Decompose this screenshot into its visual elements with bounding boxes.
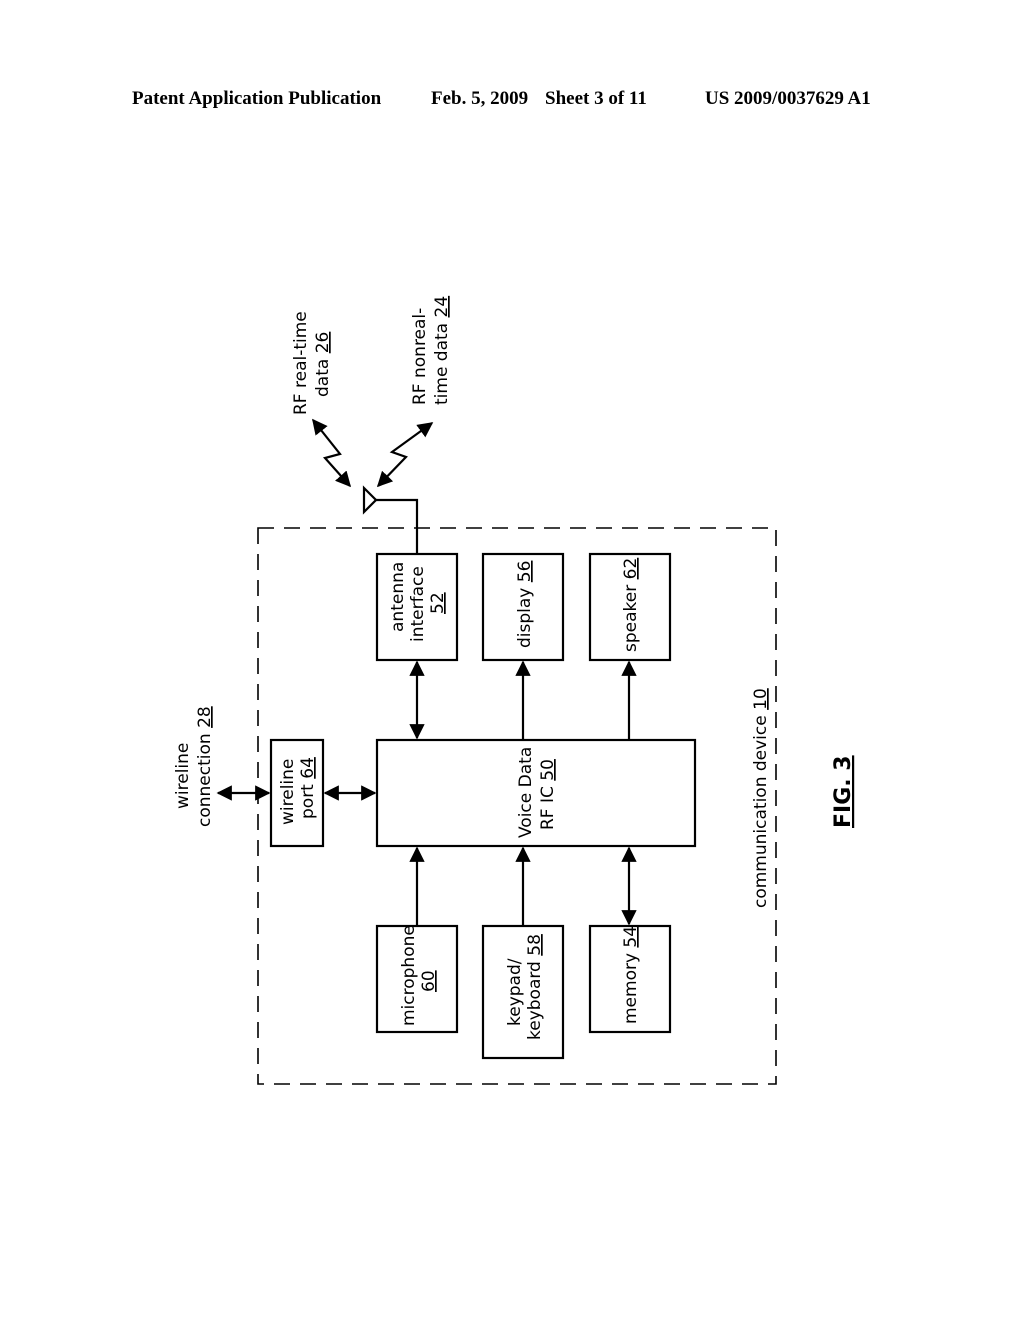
- svg-text:wireline: wireline: [278, 759, 298, 825]
- svg-text:wireline: wireline: [173, 743, 193, 809]
- microphone-block: microphone 60: [375, 924, 459, 1034]
- svg-text:time data 24: time data 24: [432, 296, 452, 405]
- display-block: display 56: [481, 552, 565, 662]
- memory-block: memory 54: [588, 924, 672, 1034]
- svg-text:port 64: port 64: [298, 757, 318, 819]
- communication-device-label: communication device 10: [751, 688, 771, 908]
- svg-text:memory 54: memory 54: [621, 926, 641, 1024]
- keypad-keyboard-block: keypad/ keyboard 58: [481, 924, 565, 1060]
- rf-nonrealtime-link: [376, 422, 434, 488]
- svg-text:keypad/: keypad/: [505, 958, 525, 1026]
- svg-text:RF IC 50: RF IC 50: [538, 759, 558, 830]
- figure-label: FIG. 3: [831, 755, 856, 828]
- block-diagram: RF real-time data 26 RF nonreal- time da…: [173, 296, 856, 1085]
- svg-text:display 56: display 56: [515, 561, 535, 648]
- svg-text:52: 52: [428, 592, 448, 614]
- svg-text:60: 60: [419, 970, 439, 992]
- svg-text:speaker 62: speaker 62: [621, 558, 641, 652]
- svg-text:RF nonreal-: RF nonreal-: [410, 308, 430, 405]
- svg-text:interface: interface: [408, 566, 428, 642]
- svg-text:connection 28: connection 28: [195, 706, 215, 827]
- svg-text:FIG. 3: FIG. 3: [831, 755, 856, 828]
- wireline-port-block: wireline port 64: [269, 738, 325, 848]
- svg-text:Voice Data: Voice Data: [516, 747, 536, 838]
- rf-nonrealtime-label: RF nonreal- time data 24: [410, 296, 452, 405]
- voice-data-rf-ic-block: Voice Data RF IC 50: [375, 738, 697, 848]
- svg-text:keyboard 58: keyboard 58: [525, 934, 545, 1040]
- rf-realtime-link: [312, 418, 352, 488]
- svg-text:microphone: microphone: [399, 925, 419, 1026]
- speaker-block: speaker 62: [588, 552, 672, 662]
- antenna-icon: [362, 485, 419, 554]
- wireline-connection-label: wireline connection 28: [173, 706, 215, 827]
- svg-text:antenna: antenna: [388, 562, 408, 632]
- rf-realtime-label: RF real-time data 26: [291, 311, 333, 415]
- antenna-interface-block: antenna interface 52: [375, 552, 459, 662]
- svg-text:RF real-time: RF real-time: [291, 311, 311, 415]
- svg-text:data 26: data 26: [313, 332, 333, 397]
- svg-text:communication device 10: communication device 10: [751, 688, 771, 908]
